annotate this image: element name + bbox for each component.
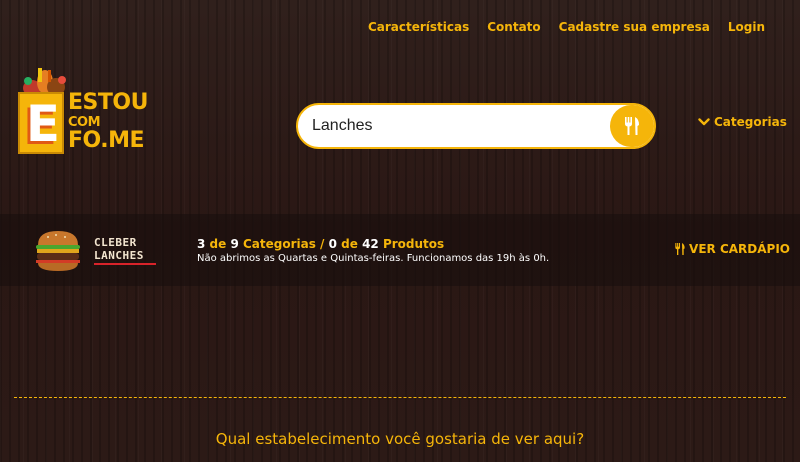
nav-link-cadastre-empresa[interactable]: Cadastre sua empresa xyxy=(559,20,710,34)
fork-knife-icon xyxy=(625,117,639,135)
search-bar xyxy=(296,103,656,149)
products-word: Produtos xyxy=(378,237,445,251)
logo-line-1: ESTOU xyxy=(68,90,148,115)
site-logo[interactable]: E ESTOU COM FO.ME xyxy=(18,66,178,166)
chevron-down-icon xyxy=(698,118,710,126)
products-shown: 0 xyxy=(328,237,337,251)
categories-dropdown[interactable]: Categorias xyxy=(698,115,787,129)
store-bar: CLEBER LANCHES 3 de 9 Categorias / 0 de … xyxy=(0,214,800,286)
categories-label: Categorias xyxy=(714,115,787,129)
products-of: de xyxy=(336,237,363,251)
categories-of: de xyxy=(205,237,231,251)
top-navigation: Características Contato Cadastre sua emp… xyxy=(368,20,765,34)
products-total: 42 xyxy=(362,237,379,251)
logo-wordmark: ESTOU COM FO.ME xyxy=(68,92,148,152)
nav-link-login[interactable]: Login xyxy=(728,20,765,34)
categories-word: Categorias / xyxy=(238,237,329,251)
burger-image xyxy=(36,231,80,271)
nav-link-caracteristicas[interactable]: Características xyxy=(368,20,469,34)
store-name-line-2: LANCHES xyxy=(94,249,144,262)
nav-link-contato[interactable]: Contato xyxy=(487,20,540,34)
logo-line-3: FO.ME xyxy=(68,128,145,153)
store-name[interactable]: CLEBER LANCHES xyxy=(94,236,164,265)
view-menu-label: VER CARDÁPIO xyxy=(689,242,790,256)
store-hours-notice: Não abrimos as Quartas e Quintas-feiras.… xyxy=(197,253,550,264)
categories-total: 9 xyxy=(230,237,239,251)
view-menu-button[interactable]: VER CARDÁPIO xyxy=(674,242,790,256)
store-name-underline xyxy=(94,263,156,265)
store-name-line-1: CLEBER xyxy=(94,236,137,249)
logo-letter: E xyxy=(25,95,61,153)
fork-knife-icon xyxy=(675,243,685,255)
store-stats: 3 de 9 Categorias / 0 de 42 Produtos xyxy=(197,237,444,251)
suggestion-question: Qual estabelecimento você gostaria de ve… xyxy=(215,430,585,448)
section-divider xyxy=(14,397,786,398)
search-button[interactable] xyxy=(610,105,654,147)
search-input[interactable] xyxy=(312,105,602,147)
